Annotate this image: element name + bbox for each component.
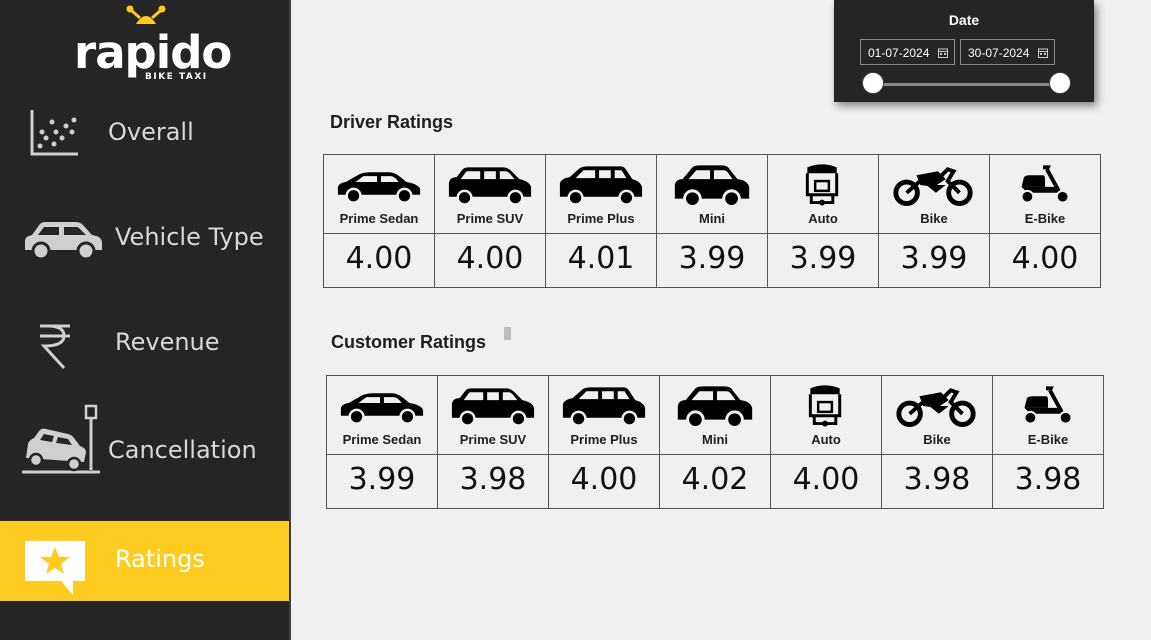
sedan-icon (337, 172, 421, 204)
rating-value: 4.00 (570, 462, 638, 497)
motorbike-icon (896, 388, 976, 428)
rating-value: 3.98 (903, 462, 971, 497)
nav-label-cancellation: Cancellation (108, 436, 257, 464)
star-speech-bubble-icon (25, 541, 85, 595)
mini-car-icon (674, 165, 750, 207)
scooter-icon (1020, 165, 1070, 204)
date-filter-panel: Date 01-07-2024 30-07-2024 (834, 0, 1094, 102)
vehicle-type-label: Prime Sedan (342, 432, 422, 447)
date-range-end-handle[interactable] (1049, 72, 1071, 94)
end-date-value: 30-07-2024 (968, 46, 1030, 60)
scooter-icon (1023, 386, 1073, 425)
sidebar: rapido BIKE TAXI Overall Vehicle Type Re… (0, 0, 291, 640)
nav-item-revenue[interactable]: Revenue (0, 302, 289, 384)
rating-cell-prime-suv: Prime SUV 4.00 (435, 155, 546, 287)
rating-value: 3.98 (1014, 462, 1082, 497)
vehicle-type-label: Prime SUV (456, 211, 524, 226)
hatchback-icon (559, 166, 643, 206)
table-divider (324, 233, 1100, 234)
driver-ratings-title: Driver Ratings (330, 112, 454, 132)
vehicle-type-label: Mini (699, 211, 725, 226)
rating-cell-bike: Bike 3.99 (879, 155, 990, 287)
vehicle-type-label: E-Bike (1024, 211, 1066, 226)
rating-cell-auto: Auto 4.00 (771, 376, 882, 508)
rating-value: 3.99 (789, 241, 857, 276)
mini-car-icon (677, 386, 753, 428)
motorbike-icon (893, 167, 973, 207)
nav-item-ratings[interactable]: Ratings (0, 521, 289, 601)
rating-cell-mini: Mini 3.99 (657, 155, 768, 287)
nav-label-ratings: Ratings (115, 545, 205, 573)
rating-cell-prime-plus: Prime Plus 4.00 (549, 376, 660, 508)
end-date-field[interactable]: 30-07-2024 (960, 39, 1055, 65)
nav-label-overall: Overall (108, 118, 194, 146)
vehicle-type-label: Mini (702, 432, 728, 447)
helmet-logo-icon (126, 5, 166, 24)
rating-value: 3.98 (459, 462, 527, 497)
start-date-field[interactable]: 01-07-2024 (860, 39, 955, 65)
hatchback-icon (562, 387, 646, 427)
date-range-start-handle[interactable] (862, 72, 884, 94)
rating-cell-prime-suv: Prime SUV 3.98 (438, 376, 549, 508)
scatter-chart-icon (30, 110, 78, 156)
rating-cell-mini: Mini 4.02 (660, 376, 771, 508)
customer-ratings-title: Customer Ratings (331, 332, 487, 352)
customer-ratings-table: Prime Sedan 3.99 Prime SUV 3.98 Prime Plus 4.… (326, 375, 1104, 509)
rating-cell-e-bike: E-Bike 4.00 (990, 155, 1101, 287)
vehicle-type-label: E-Bike (1027, 432, 1069, 447)
rapido-logo: rapido BIKE TAXI (60, 4, 232, 88)
rating-value: 4.00 (1011, 241, 1079, 276)
rating-cell-bike: Bike 3.98 (882, 376, 993, 508)
nav-label-revenue: Revenue (115, 328, 220, 356)
start-date-value: 01-07-2024 (868, 46, 930, 60)
car-crash-icon (22, 404, 100, 474)
rating-value: 4.02 (681, 462, 749, 497)
nav-item-vehicle-type[interactable]: Vehicle Type (0, 196, 289, 278)
rating-value: 3.99 (678, 241, 746, 276)
rating-value: 3.99 (348, 462, 416, 497)
rating-cell-auto: Auto 3.99 (768, 155, 879, 287)
calendar-icon[interactable] (938, 48, 948, 58)
suv-icon (448, 167, 532, 206)
vehicle-type-label: Prime SUV (459, 432, 527, 447)
date-filter-title: Date (948, 12, 980, 28)
rating-cell-prime-sedan: Prime Sedan 4.00 (324, 155, 435, 287)
rating-cell-e-bike: E-Bike 3.98 (993, 376, 1104, 508)
brand-name: rapido (74, 26, 232, 79)
nav-item-overall[interactable]: Overall (0, 92, 289, 174)
rating-value: 4.00 (456, 241, 524, 276)
auto-rickshaw-icon (805, 164, 839, 206)
brand-tagline: BIKE TAXI (145, 72, 208, 82)
car-icon (25, 222, 102, 261)
vehicle-type-label: Prime Plus (570, 432, 638, 447)
vehicle-type-label: Prime Sedan (339, 211, 419, 226)
vehicle-type-label: Bike (920, 211, 948, 226)
vehicle-type-label: Bike (923, 432, 951, 447)
nav-label-vehicle-type: Vehicle Type (115, 223, 264, 251)
vehicle-type-label: Auto (811, 432, 841, 447)
table-divider (327, 454, 1103, 455)
calendar-icon[interactable] (1038, 48, 1048, 58)
suv-icon (451, 388, 535, 427)
rating-value: 3.99 (900, 241, 968, 276)
rating-cell-prime-plus: Prime Plus 4.01 (546, 155, 657, 287)
date-range-track[interactable] (874, 83, 1060, 86)
driver-ratings-table: Prime Sedan 4.00 Prime SUV 4.00 Prime Plus 4.… (323, 154, 1101, 288)
sedan-icon (340, 393, 424, 425)
vehicle-type-label: Prime Plus (567, 211, 635, 226)
rupee-icon (40, 324, 70, 370)
text-cursor (504, 327, 511, 340)
rating-value: 4.00 (792, 462, 860, 497)
rating-value: 4.00 (345, 241, 413, 276)
auto-rickshaw-icon (808, 385, 842, 427)
rating-value: 4.01 (567, 241, 635, 276)
nav-item-cancellation[interactable]: Cancellation (0, 404, 289, 486)
vehicle-type-label: Auto (808, 211, 838, 226)
rating-cell-prime-sedan: Prime Sedan 3.99 (327, 376, 438, 508)
